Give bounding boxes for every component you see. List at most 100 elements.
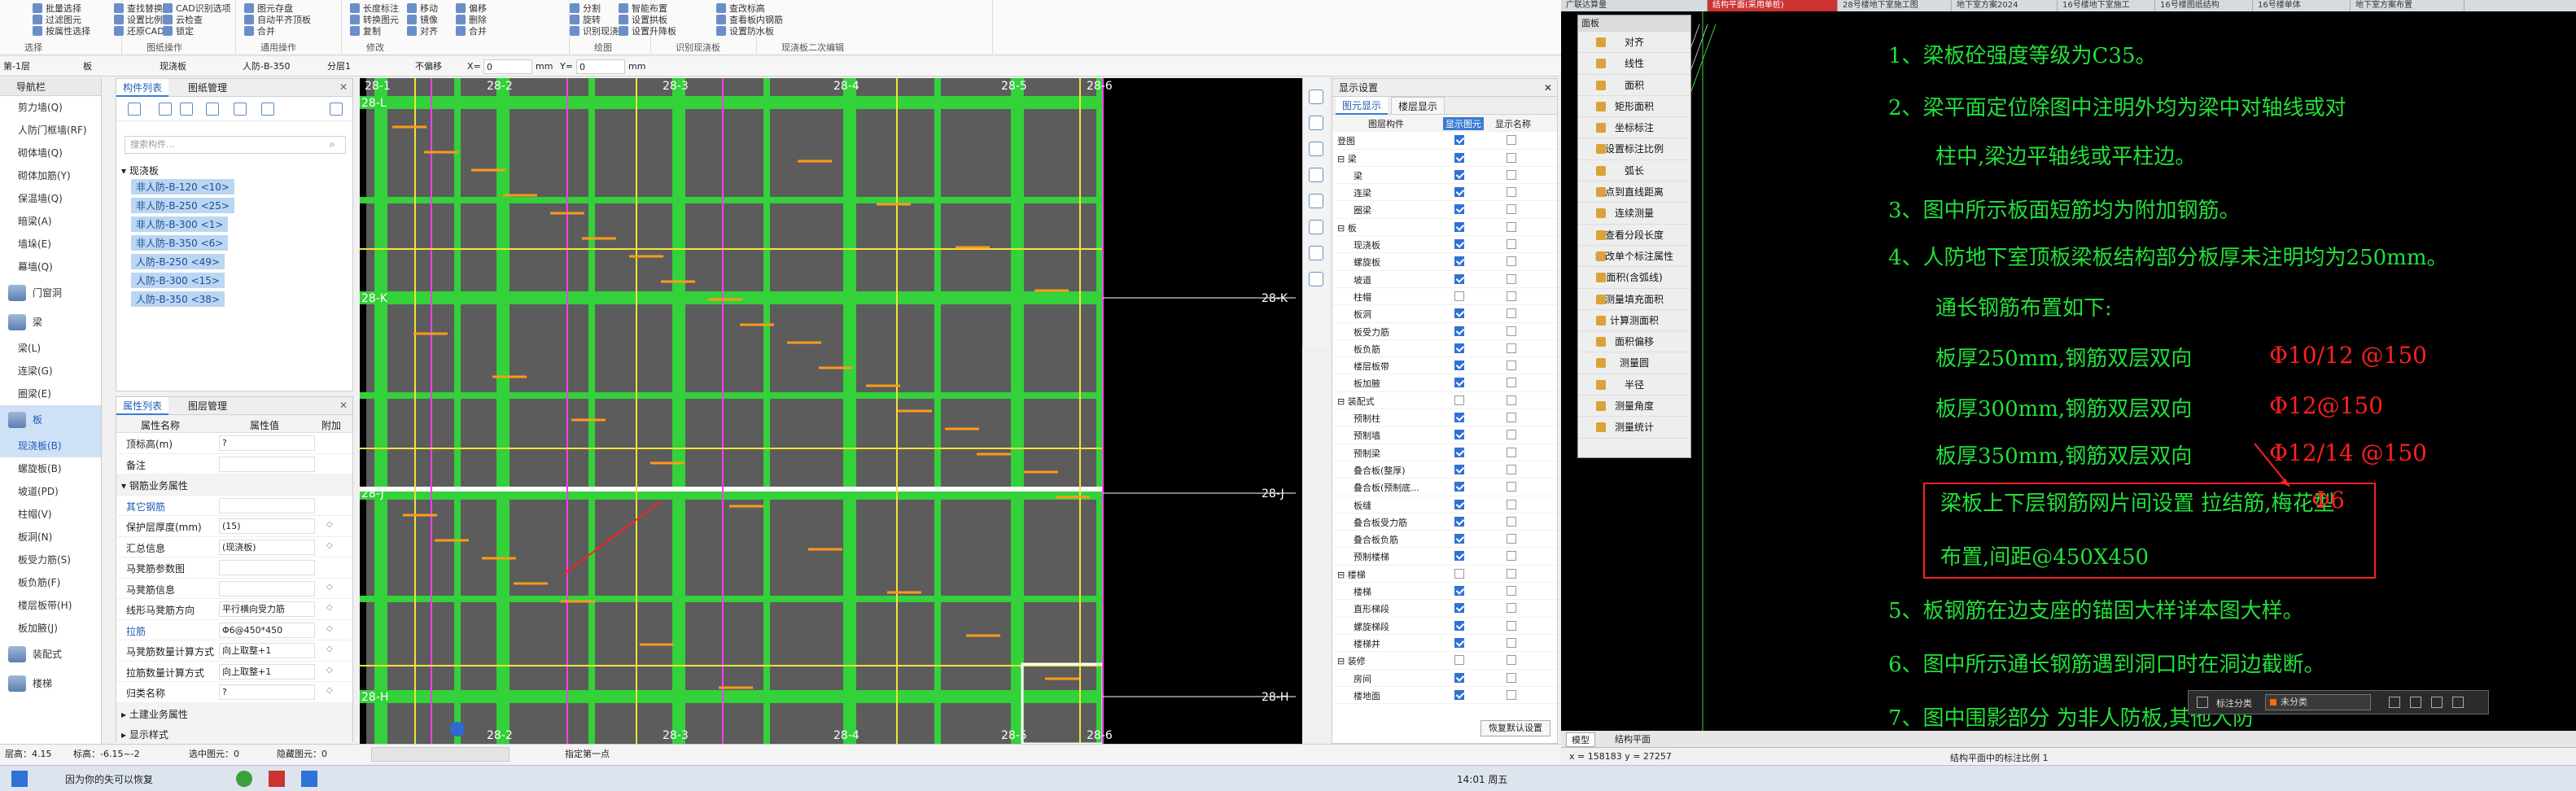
- tab-layout[interactable]: 结构平面: [1610, 732, 1655, 745]
- type-dropdown[interactable]: 板: [83, 59, 132, 74]
- measure-menu-item[interactable]: 测量填充面积: [1578, 289, 1690, 310]
- display-row[interactable]: 房间: [1332, 670, 1557, 687]
- measure-menu-item[interactable]: 设置标注比例: [1578, 138, 1690, 160]
- show-element-checkbox[interactable]: [1454, 291, 1464, 301]
- show-name-checkbox[interactable]: [1507, 620, 1516, 631]
- nav-item[interactable]: 装配式: [0, 640, 101, 669]
- snap-toolbar[interactable]: [371, 747, 510, 762]
- layer-icon[interactable]: [234, 103, 247, 116]
- ribbon-button[interactable]: 按属性选择: [33, 24, 90, 39]
- show-name-checkbox[interactable]: [1507, 413, 1516, 423]
- show-element-checkbox[interactable]: [1454, 586, 1464, 597]
- measure-menu-item[interactable]: 测量角度: [1578, 396, 1690, 417]
- show-name-checkbox[interactable]: [1507, 568, 1516, 579]
- nav-item[interactable]: 梁(L): [0, 337, 101, 360]
- show-name-checkbox[interactable]: [1507, 326, 1516, 336]
- show-element-checkbox[interactable]: [1454, 326, 1464, 336]
- show-name-checkbox[interactable]: [1507, 361, 1516, 371]
- nav-item[interactable]: 板洞(N): [0, 526, 101, 548]
- measure-menu-item[interactable]: 面积(含弧线): [1578, 267, 1690, 289]
- nav-item[interactable]: 砌体墙(Q): [0, 142, 101, 164]
- taskbar-app-label[interactable]: 因为你的失可以恢复: [65, 772, 153, 786]
- show-element-checkbox[interactable]: [1454, 655, 1464, 666]
- nav-item[interactable]: 暗梁(A): [0, 210, 101, 233]
- copy-icon[interactable]: [180, 103, 193, 116]
- property-value[interactable]: [219, 497, 315, 513]
- tab-floor-display[interactable]: 楼层显示: [1391, 97, 1445, 115]
- settings-icon[interactable]: [2452, 697, 2464, 708]
- tab-layer-management[interactable]: 图层管理: [182, 397, 234, 415]
- measure-menu-item[interactable]: 连续测量: [1578, 203, 1690, 225]
- display-row[interactable]: ⊟ 板: [1332, 219, 1557, 237]
- grid-icon[interactable]: [2197, 697, 2208, 708]
- nav-item[interactable]: 现浇板(B): [0, 435, 101, 457]
- component-item[interactable]: 非人防-B-120 <10>: [131, 179, 234, 194]
- property-value[interactable]: [219, 456, 315, 472]
- show-element-checkbox[interactable]: [1454, 672, 1464, 683]
- nav-item[interactable]: 螺旋板(B): [0, 457, 101, 480]
- measure-menu-item[interactable]: 测量圆: [1578, 352, 1690, 374]
- property-value[interactable]: ?: [219, 684, 315, 700]
- display-row[interactable]: 叠合板(预制底...: [1332, 479, 1557, 496]
- show-name-checkbox[interactable]: [1507, 256, 1516, 267]
- show-element-checkbox[interactable]: [1454, 256, 1464, 267]
- subtype-dropdown[interactable]: 现浇板: [160, 59, 225, 74]
- show-name-checkbox[interactable]: [1507, 672, 1516, 683]
- view-fit-icon[interactable]: [1309, 272, 1323, 286]
- tab-model[interactable]: 模型: [1566, 732, 1595, 747]
- display-row[interactable]: 楼梯: [1332, 583, 1557, 601]
- display-row[interactable]: 叠合板负筋: [1332, 531, 1557, 548]
- display-row[interactable]: 预制楼梯: [1332, 548, 1557, 566]
- show-element-checkbox[interactable]: [1454, 395, 1464, 405]
- show-element-checkbox[interactable]: [1454, 568, 1464, 579]
- export-icon[interactable]: [2410, 697, 2421, 708]
- show-element-checkbox[interactable]: [1454, 378, 1464, 388]
- nav-item[interactable]: 楼梯: [0, 669, 101, 698]
- display-row[interactable]: 楼梯井: [1332, 635, 1557, 653]
- app-icon[interactable]: [236, 771, 252, 787]
- nav-item[interactable]: 人防门框墙(RF): [0, 119, 101, 142]
- measure-menu-item[interactable]: 半径: [1578, 374, 1690, 396]
- nav-item[interactable]: 板加腋(J): [0, 617, 101, 640]
- show-name-checkbox[interactable]: [1507, 273, 1516, 284]
- close-icon[interactable]: ✕: [339, 400, 348, 411]
- property-row[interactable]: 汇总信息 (现浇板) ◇: [116, 537, 352, 557]
- measure-menu-item[interactable]: 弧长: [1578, 160, 1690, 182]
- component-item[interactable]: 非人防-B-350 <6>: [131, 235, 229, 251]
- filter-icon[interactable]: [261, 103, 274, 116]
- view-zoom-icon[interactable]: [1309, 220, 1323, 234]
- show-name-checkbox[interactable]: [1507, 430, 1516, 440]
- nav-item[interactable]: 楼层板带(H): [0, 594, 101, 617]
- property-value[interactable]: 平行横向受力筋: [219, 601, 315, 617]
- display-row[interactable]: 螺旋梯段: [1332, 618, 1557, 635]
- show-element-checkbox[interactable]: [1454, 152, 1464, 163]
- show-element-checkbox[interactable]: [1454, 169, 1464, 180]
- component-item[interactable]: 人防-B-250 <49>: [131, 254, 225, 269]
- show-element-checkbox[interactable]: [1454, 221, 1464, 232]
- show-element-checkbox[interactable]: [1454, 239, 1464, 250]
- view-rotate-icon[interactable]: [1309, 246, 1323, 260]
- property-value[interactable]: (现浇板): [219, 539, 315, 555]
- show-element-checkbox[interactable]: [1454, 637, 1464, 648]
- show-name-checkbox[interactable]: [1507, 534, 1516, 544]
- x-input[interactable]: 0: [483, 59, 532, 74]
- property-row[interactable]: 马凳筋信息 ◇: [116, 579, 352, 599]
- component-item[interactable]: 人防-B-300 <15>: [131, 273, 225, 288]
- display-row[interactable]: 板负筋: [1332, 340, 1557, 358]
- display-row[interactable]: 圈梁: [1332, 201, 1557, 219]
- show-name-checkbox[interactable]: [1507, 378, 1516, 388]
- display-row[interactable]: ⊟ 装修: [1332, 652, 1557, 670]
- nav-item[interactable]: 保温墙(Q): [0, 187, 101, 210]
- tab-drawing-management[interactable]: 图纸管理: [182, 79, 234, 97]
- show-name-checkbox[interactable]: [1507, 586, 1516, 597]
- nav-item[interactable]: 梁: [0, 308, 101, 337]
- property-row[interactable]: ▸ 土建业务属性: [116, 702, 352, 723]
- show-name-checkbox[interactable]: [1507, 464, 1516, 474]
- close-icon[interactable]: ✕: [339, 81, 348, 93]
- nav-item[interactable]: 柱帽(V): [0, 503, 101, 526]
- start-icon[interactable]: [11, 771, 28, 787]
- show-name-checkbox[interactable]: [1507, 655, 1516, 666]
- ribbon-button[interactable]: 锁定: [163, 24, 194, 39]
- measure-menu-item[interactable]: 矩形面积: [1578, 96, 1690, 118]
- edit-icon[interactable]: [2389, 697, 2400, 708]
